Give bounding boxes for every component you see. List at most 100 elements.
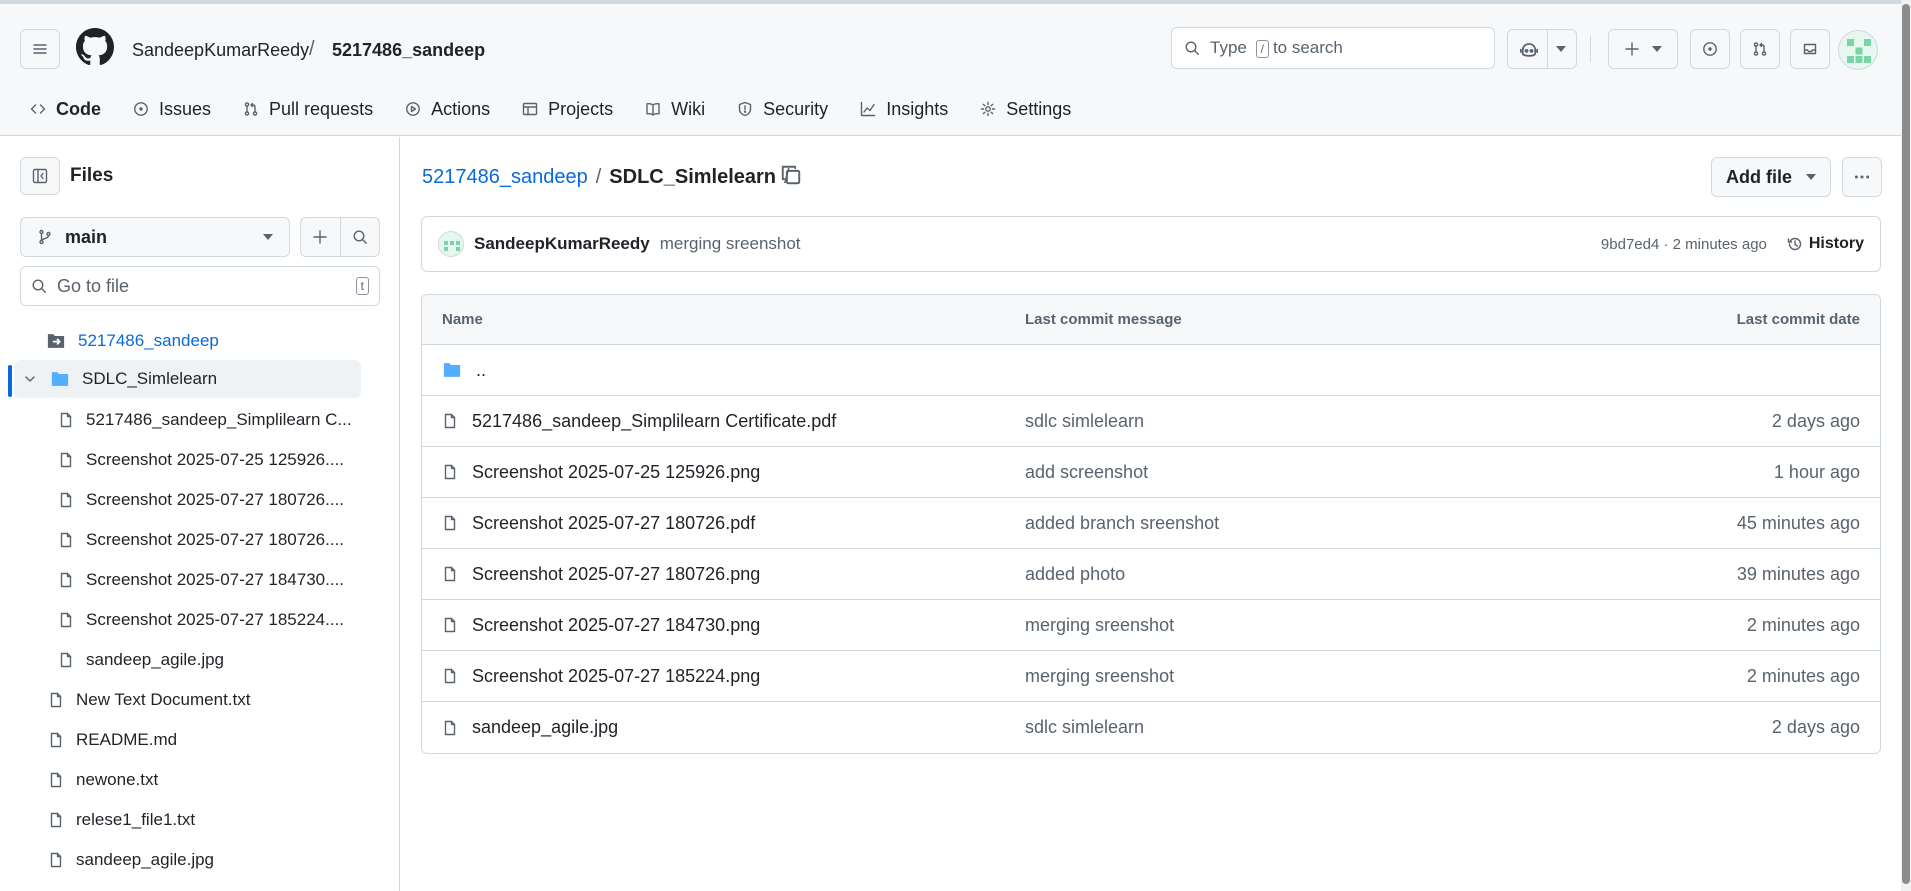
repo-link[interactable]: 5217486_sandeep [332, 40, 485, 61]
file-name-link[interactable]: Screenshot 2025-07-27 180726.png [472, 564, 760, 585]
header-message: Last commit message [1025, 311, 1182, 328]
commit-message-link[interactable]: sdlc simlelearn [1025, 702, 1144, 753]
tree-item-repo-root[interactable]: 5217486_sandeep [46, 322, 219, 360]
breadcrumb-separator: / [309, 38, 315, 60]
tree-item-folder-sdlc[interactable]: SDLC_Simlelearn [14, 360, 361, 398]
tab-issues[interactable]: Issues [123, 92, 223, 140]
tree-item-file[interactable]: newone.txt [48, 761, 158, 799]
tab-label: Settings [1006, 98, 1072, 119]
tab-settings[interactable]: Settings [970, 92, 1083, 140]
tree-item-file[interactable]: New Text Document.txt [48, 681, 250, 719]
tree-item-file[interactable]: relese1_file1.txt [48, 801, 195, 839]
tab-label: Pull requests [269, 98, 374, 119]
copy-path-button[interactable] [780, 164, 802, 186]
search-shortcut-key: / [1255, 40, 1269, 58]
tree-item-label: Screenshot 2025-07-27 184730.... [86, 570, 345, 589]
tree-item-file[interactable]: Screenshot 2025-07-27 180726.... [58, 521, 344, 559]
tab-code[interactable]: Code [20, 92, 113, 140]
file-name-link[interactable]: sandeep_agile.jpg [472, 717, 618, 738]
file-name-link[interactable]: 5217486_sandeep_Simplilearn Certificate.… [472, 411, 836, 432]
file-icon [444, 413, 456, 429]
menu-button[interactable] [20, 29, 60, 69]
table-row[interactable]: Screenshot 2025-07-27 180726.pdf added b… [422, 498, 1880, 549]
tree-item-file[interactable]: sandeep_agile.jpg [58, 641, 224, 679]
tree-item-file[interactable]: README.md [48, 721, 177, 759]
table-row[interactable]: Screenshot 2025-07-27 180726.png added p… [422, 549, 1880, 600]
path-root-link[interactable]: 5217486_sandeep [422, 166, 588, 189]
file-name-link[interactable]: Screenshot 2025-07-27 185224.png [472, 666, 760, 687]
commit-message-link[interactable]: merging sreenshot [1025, 651, 1174, 701]
tree-item-label: Screenshot 2025-07-27 180726.... [86, 530, 345, 549]
collapse-sidebar-button[interactable] [20, 157, 60, 195]
tree-item-file[interactable]: Screenshot 2025-07-27 180726.... [58, 481, 344, 519]
file-name-link[interactable]: Screenshot 2025-07-27 184730.png [472, 615, 760, 636]
issue-opened-icon [134, 102, 148, 116]
pull-requests-button[interactable] [1740, 29, 1780, 69]
commit-message[interactable]: merging sreenshot [660, 234, 801, 254]
tab-label: Projects [548, 98, 614, 119]
commit-message-link[interactable]: add screenshot [1025, 447, 1148, 497]
commit-avatar[interactable] [438, 231, 464, 257]
sidebar-collapse-icon [32, 168, 48, 184]
search-tree-button[interactable] [341, 218, 380, 256]
file-icon [444, 566, 456, 582]
kebab-horizontal-icon [1854, 175, 1870, 179]
hamburger-icon [33, 44, 47, 54]
commit-date: 39 minutes ago [1736, 563, 1860, 584]
go-to-file-input[interactable]: Go to file t [20, 266, 380, 306]
parent-directory-link[interactable]: .. [476, 360, 486, 381]
tree-item-label: SDLC_Simlelearn [82, 369, 218, 388]
shield-icon [738, 101, 752, 117]
add-file-button[interactable]: Add file [1711, 157, 1831, 197]
table-row[interactable]: Screenshot 2025-07-27 184730.png merging… [422, 600, 1880, 651]
tree-item-file[interactable]: Screenshot 2025-07-25 125926.... [58, 441, 344, 479]
tree-item-label: sandeep_agile.jpg [86, 650, 225, 669]
search-input[interactable]: Type / to search [1171, 27, 1495, 69]
file-path-breadcrumb: 5217486_sandeep / SDLC_Simlelearn / [422, 166, 790, 189]
commit-message-link[interactable]: merging sreenshot [1025, 600, 1174, 650]
table-row[interactable]: Screenshot 2025-07-27 185224.png merging… [422, 651, 1880, 702]
tree-item-file[interactable]: Screenshot 2025-07-27 185224.... [58, 601, 344, 639]
issues-button[interactable] [1690, 29, 1730, 69]
commit-message-link[interactable]: added branch sreenshot [1025, 498, 1219, 548]
add-file-tree-button[interactable] [301, 218, 341, 256]
inbox-icon [1803, 43, 1817, 55]
copilot-icon [1519, 43, 1538, 57]
create-new-button[interactable] [1608, 29, 1678, 69]
file-name-link[interactable]: Screenshot 2025-07-27 180726.pdf [472, 513, 755, 534]
owner-link[interactable]: SandeepKumarReedy [132, 40, 309, 61]
branch-selector[interactable]: main [20, 217, 290, 257]
tree-item-file[interactable]: 5217486_sandeep_Simplilearn C... [58, 401, 352, 439]
commit-message-link[interactable]: sdlc simlelearn [1025, 396, 1144, 446]
page-scrollbar-thumb[interactable] [1902, 4, 1910, 884]
tree-item-label: 5217486_sandeep_Simplilearn C... [86, 410, 352, 429]
tab-label: Issues [159, 98, 212, 119]
commit-meta[interactable]: 9bd7ed4 · 2 minutes ago [1601, 236, 1767, 253]
tab-actions[interactable]: Actions [395, 92, 502, 140]
commit-author[interactable]: SandeepKumarReedy [474, 234, 650, 254]
table-row[interactable]: sandeep_agile.jpg sdlc simlelearn 2 days… [422, 702, 1880, 753]
tab-wiki[interactable]: Wiki [635, 92, 717, 140]
file-name-link[interactable]: Screenshot 2025-07-25 125926.png [472, 462, 760, 483]
chevron-down-icon [1806, 174, 1816, 180]
file-icon [444, 464, 456, 480]
commit-message-link[interactable]: added photo [1025, 549, 1125, 599]
tab-pull-requests[interactable]: Pull requests [233, 92, 385, 140]
table-header: Name Last commit message Last commit dat… [422, 295, 1880, 345]
tab-insights[interactable]: Insights [850, 92, 960, 140]
tab-security[interactable]: Security [727, 92, 840, 140]
more-options-button[interactable] [1842, 157, 1882, 197]
history-button[interactable]: History [1787, 235, 1864, 253]
copilot-button[interactable] [1507, 29, 1577, 69]
header-name: Name [442, 311, 483, 328]
table-row[interactable]: Screenshot 2025-07-25 125926.png add scr… [422, 447, 1880, 498]
github-logo-icon[interactable] [76, 28, 114, 66]
tab-projects[interactable]: Projects [512, 92, 625, 140]
parent-directory-row[interactable]: .. [422, 345, 1880, 396]
user-avatar[interactable] [1838, 30, 1878, 70]
chevron-down-icon [25, 376, 35, 382]
table-row[interactable]: 5217486_sandeep_Simplilearn Certificate.… [422, 396, 1880, 447]
tree-item-file[interactable]: Screenshot 2025-07-27 184730.... [58, 561, 344, 599]
inbox-button[interactable] [1790, 29, 1830, 69]
tree-item-file[interactable]: sandeep_agile.jpg [48, 841, 214, 879]
